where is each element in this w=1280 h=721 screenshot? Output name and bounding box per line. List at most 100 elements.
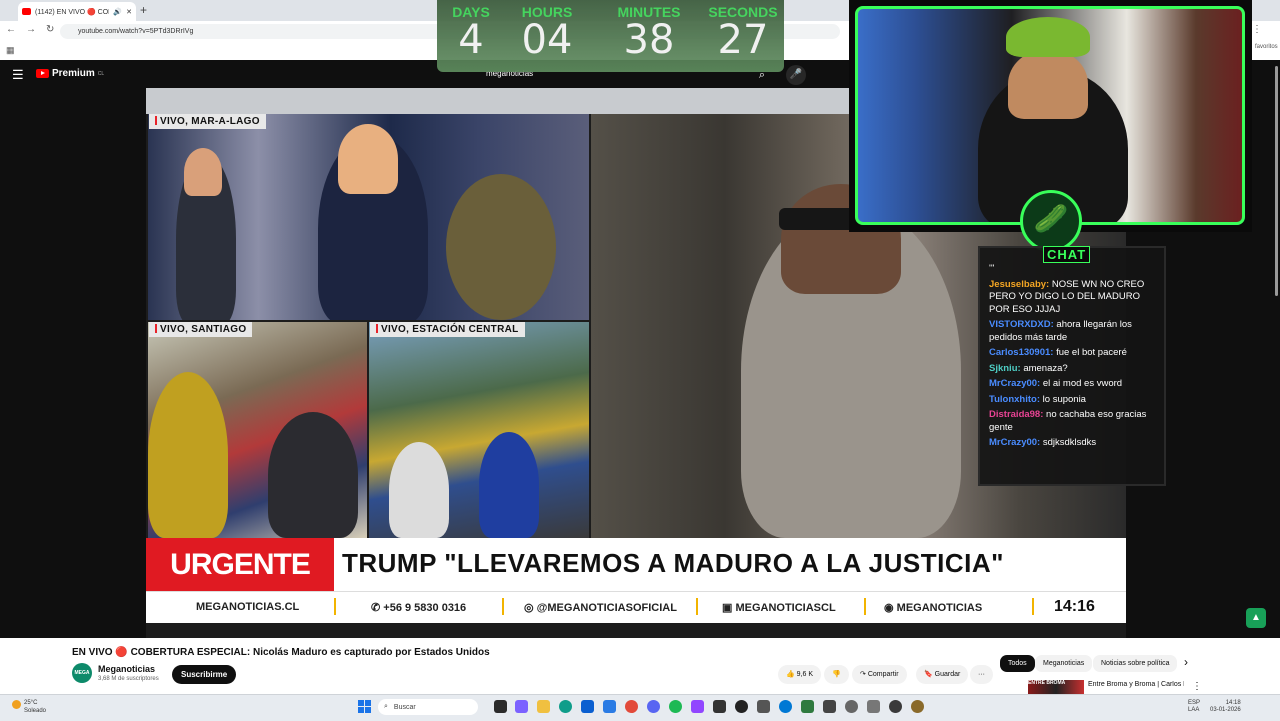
tab-close-icon[interactable]: ✕ xyxy=(126,8,132,16)
countdown-seconds: SECONDS 27 xyxy=(708,4,778,63)
crowd-person xyxy=(479,432,539,538)
ticker-bar: MEGANOTICIAS.CL ✆ +56 9 5830 0316 ◎ @MEG… xyxy=(146,591,1126,623)
weather-widget[interactable]: 25°C Soleado xyxy=(24,699,46,715)
language-indicator[interactable]: ESP LAA xyxy=(1188,700,1200,714)
person-face xyxy=(184,148,222,196)
like-button[interactable]: 👍 9,6 K xyxy=(778,665,822,684)
chat-messages: ''' Jesuselbaby: NOSE WN NO CREO PERO YO… xyxy=(989,263,1161,453)
new-tab-button[interactable]: + xyxy=(140,3,147,17)
bookmarks-folder[interactable]: favoritos xyxy=(1255,44,1278,50)
chip-meganoticias[interactable]: Meganoticias xyxy=(1035,655,1093,672)
nav-controls: ← → ↻ xyxy=(6,24,54,35)
twitch-icon: ▣ xyxy=(722,602,736,614)
discord-icon[interactable] xyxy=(647,700,660,713)
taskbar-search[interactable]: ⌕ Buscar xyxy=(378,699,478,715)
store-icon[interactable] xyxy=(581,700,594,713)
forward-icon[interactable]: → xyxy=(26,24,36,35)
search-icon: ⌕ xyxy=(384,703,388,710)
feed-santiago xyxy=(148,322,367,538)
speaker-face xyxy=(338,124,398,194)
ticker-whatsapp: ✆ +56 9 5830 0316 xyxy=(371,602,467,614)
chip-politica[interactable]: Noticias sobre política xyxy=(1093,655,1178,672)
crowd-person xyxy=(148,372,228,538)
chat-message: Carlos130901: fue el bot paceré xyxy=(989,347,1127,358)
taskbar-app-icon[interactable] xyxy=(779,700,792,713)
chat-message: Distraida98: no cachaba eso gracias gent… xyxy=(989,409,1147,433)
spotify-icon[interactable] xyxy=(669,700,682,713)
recommended-title[interactable]: Entre Broma y Broma | Carlos Pinto xyxy=(1088,681,1184,688)
task-view-icon[interactable] xyxy=(494,700,507,713)
ticker-divider xyxy=(696,598,698,615)
chat-message: Tulonxhito: lo suponia xyxy=(989,393,1086,405)
windows-start-icon[interactable] xyxy=(358,700,372,714)
share-button[interactable]: ↷ Compartir xyxy=(852,665,907,684)
ticker-divider xyxy=(334,598,336,615)
like-icon: 👍 xyxy=(786,671,795,678)
channel-name[interactable]: Meganoticias xyxy=(98,664,155,674)
ticker-spotify: ◉ MEGANOTICIAS xyxy=(884,602,983,614)
youtube-logo[interactable]: Premium CL xyxy=(36,68,104,79)
recommended-menu-icon[interactable]: ⋮ xyxy=(1192,681,1202,692)
countdown-days: DAYS 4 xyxy=(452,4,490,63)
taskbar-app-icon[interactable] xyxy=(823,700,836,713)
mail-icon[interactable] xyxy=(603,700,616,713)
chrome-icon[interactable] xyxy=(625,700,638,713)
apps-grid-icon[interactable]: ▦ xyxy=(6,45,15,56)
subscriber-count: 3,68 M de suscriptores xyxy=(98,676,159,682)
save-icon: 🔖 xyxy=(924,671,933,678)
tab-audio-icon[interactable]: 🔊 xyxy=(113,8,122,16)
ticker-divider xyxy=(864,598,866,615)
live-tag-maralago: VIVO, MAR-A-LAGO xyxy=(149,114,266,129)
page-scrollbar[interactable] xyxy=(1273,60,1280,300)
instagram-icon: ◎ xyxy=(524,602,537,614)
video-title: EN VIVO 🔴 COBERTURA ESPECIAL: Nicolás Ma… xyxy=(72,647,490,658)
twitch-icon[interactable] xyxy=(691,700,704,713)
tab-title: (1142) EN VIVO 🔴 COBERT xyxy=(35,8,109,16)
windows-taskbar xyxy=(0,694,1280,721)
presidential-seal xyxy=(446,174,556,320)
save-button[interactable]: 🔖 Guardar xyxy=(916,665,969,684)
taskbar-app-icon[interactable] xyxy=(845,700,858,713)
taskbar-app-icon[interactable] xyxy=(801,700,814,713)
chat-message: Jesuselbaby: NOSE WN NO CREO PERO YO DIG… xyxy=(989,278,1145,315)
chat-message: Sjkniu: amenaza? xyxy=(989,362,1068,374)
menu-icon[interactable]: ☰ xyxy=(12,67,24,83)
back-icon[interactable]: ← xyxy=(6,24,16,35)
file-explorer-icon[interactable] xyxy=(537,700,550,713)
recommended-thumbnail[interactable]: ENTRE BROMA xyxy=(1028,680,1084,694)
chat-header: ''' xyxy=(989,263,995,274)
ticker-divider xyxy=(502,598,504,615)
more-actions-button[interactable]: ··· xyxy=(970,665,993,684)
taskbar-app-icon[interactable] xyxy=(515,700,528,713)
chips-next-icon[interactable]: › xyxy=(1184,655,1188,669)
subscribe-button[interactable]: Suscribirme xyxy=(172,665,237,684)
chat-message: MrCrazy00: sdjksdklsdks xyxy=(989,437,1097,448)
taskbar-app-icon[interactable] xyxy=(867,700,880,713)
clock[interactable]: 14:18 03-01-2026 xyxy=(1210,700,1241,714)
streamer-face xyxy=(1008,49,1088,119)
voice-search-icon[interactable]: 🎤 xyxy=(786,65,806,85)
browser-menu-icon[interactable]: ⋮ xyxy=(1252,24,1262,35)
dislike-button[interactable]: 👎 xyxy=(824,665,849,684)
crowd-person xyxy=(268,412,358,538)
countdown-minutes: MINUTES 38 xyxy=(617,4,681,63)
share-icon: ↷ xyxy=(860,671,866,678)
broadcast-clock: 14:16 xyxy=(1054,598,1095,615)
logo-text: Premium xyxy=(52,68,95,79)
ticker-twitch: ▣ MEGANOTICIASCL xyxy=(722,602,836,614)
youtube-play-icon xyxy=(36,69,49,78)
taskbar-app-icon[interactable] xyxy=(911,700,924,713)
reload-icon[interactable]: ↻ xyxy=(46,24,54,35)
edge-icon[interactable] xyxy=(559,700,572,713)
system-tray[interactable]: ESP LAA 14:18 03-01-2026 xyxy=(1188,700,1241,714)
taskbar-app-icon[interactable] xyxy=(757,700,770,713)
chip-todos[interactable]: Todos xyxy=(1000,655,1035,672)
extension-icon[interactable]: ▲ xyxy=(1246,608,1266,628)
urgent-label: URGENTE xyxy=(146,538,334,591)
terminal-icon[interactable] xyxy=(713,700,726,713)
streamer-hat xyxy=(1006,17,1090,57)
taskbar-app-icon[interactable] xyxy=(889,700,902,713)
browser-tab[interactable]: (1142) EN VIVO 🔴 COBERT 🔊 ✕ xyxy=(18,2,136,21)
channel-avatar[interactable]: MEGA xyxy=(72,663,92,683)
obs-icon[interactable] xyxy=(735,700,748,713)
